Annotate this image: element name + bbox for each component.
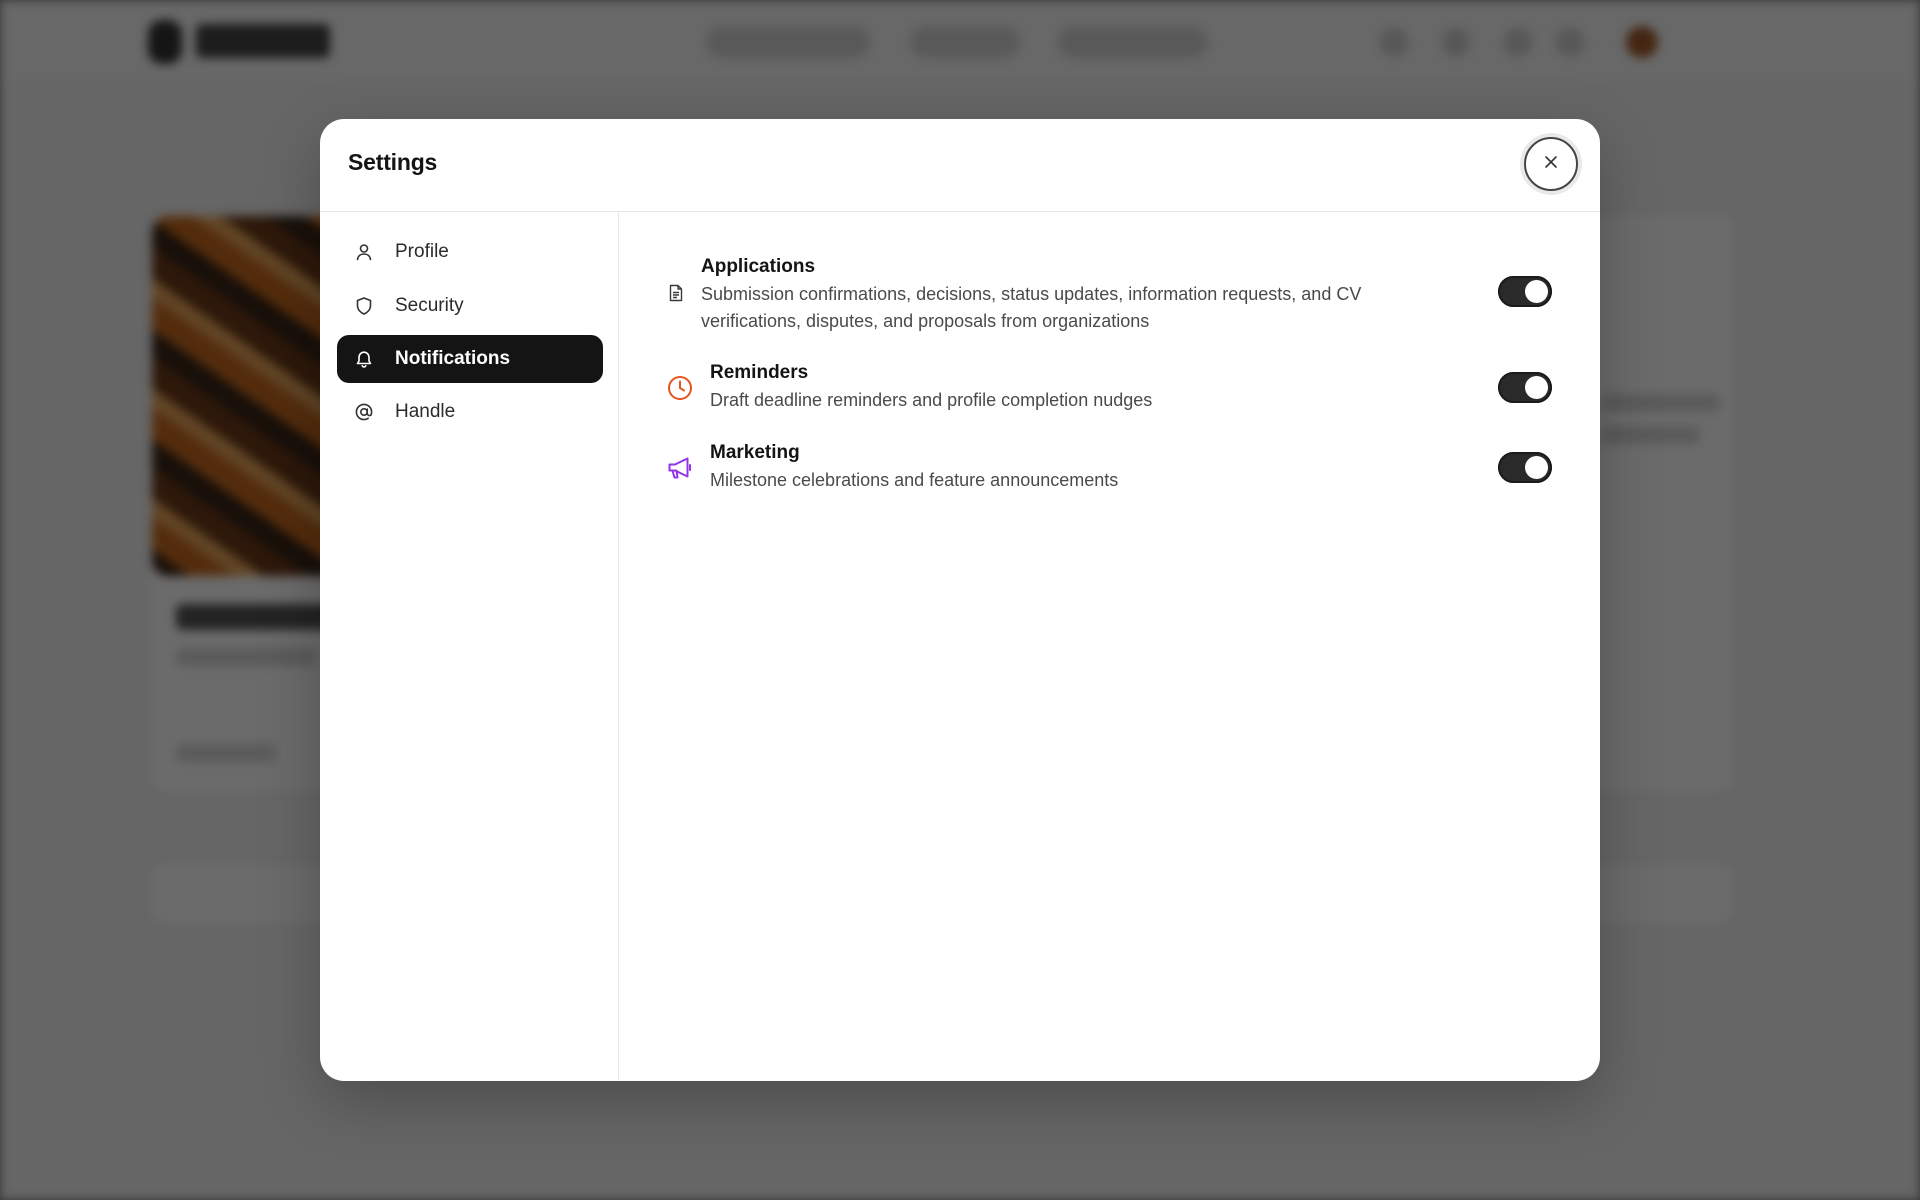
- sidebar-item-label: Notifications: [395, 348, 511, 369]
- notification-title: Reminders: [710, 362, 809, 383]
- sidebar-item-security[interactable]: Security: [337, 282, 603, 330]
- clock-icon: [667, 375, 693, 401]
- notification-row-applications: Applications Submission confirmations, d…: [667, 254, 1552, 334]
- notification-description: Submission confirmations, decisions, sta…: [701, 284, 1362, 331]
- document-icon: [667, 280, 685, 306]
- applications-toggle[interactable]: [1498, 276, 1552, 307]
- sidebar-item-label: Handle: [395, 401, 456, 422]
- bell-icon: [353, 348, 375, 370]
- modal-header: Settings: [320, 119, 1600, 212]
- notification-title: Marketing: [710, 442, 800, 463]
- notification-title: Applications: [701, 256, 816, 277]
- sidebar-item-label: Security: [395, 295, 464, 316]
- notification-row-marketing: Marketing Milestone celebrations and fea…: [667, 440, 1552, 496]
- at-sign-icon: [353, 401, 375, 423]
- settings-sidebar: Profile Security Notifications Handle: [320, 212, 619, 1081]
- user-icon: [353, 241, 375, 263]
- notification-description: Milestone celebrations and feature annou…: [710, 470, 1119, 490]
- sidebar-item-label: Profile: [395, 241, 449, 262]
- settings-modal: Settings Profile Security Notifications: [320, 119, 1600, 1081]
- close-button[interactable]: [1524, 137, 1578, 191]
- sidebar-item-notifications[interactable]: Notifications: [337, 335, 603, 383]
- shield-icon: [353, 295, 375, 317]
- notification-row-reminders: Reminders Draft deadline reminders and p…: [667, 360, 1552, 416]
- sidebar-item-profile[interactable]: Profile: [337, 228, 603, 276]
- megaphone-icon: [667, 455, 693, 481]
- toggle-knob: [1525, 280, 1548, 303]
- toggle-knob: [1525, 376, 1548, 399]
- notifications-panel: Applications Submission confirmations, d…: [619, 212, 1600, 1081]
- modal-title: Settings: [348, 149, 438, 175]
- marketing-toggle[interactable]: [1498, 452, 1552, 483]
- close-icon: [1543, 154, 1559, 175]
- toggle-knob: [1525, 456, 1548, 479]
- sidebar-item-handle[interactable]: Handle: [337, 388, 603, 436]
- notification-description: Draft deadline reminders and profile com…: [710, 390, 1153, 410]
- reminders-toggle[interactable]: [1498, 372, 1552, 403]
